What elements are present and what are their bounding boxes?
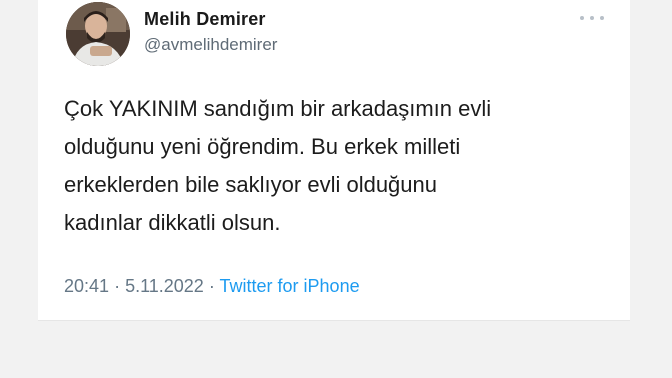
tweet-source-link[interactable]: Twitter for iPhone (220, 276, 360, 296)
meta-separator: · (114, 276, 121, 296)
author-name[interactable]: Melih Demirer (144, 9, 266, 30)
meta-separator: · (208, 276, 215, 296)
more-dot (580, 16, 584, 20)
tweet-time[interactable]: 20:41 (64, 276, 109, 296)
tweet-text-line: erkeklerden bile saklıyor evli olduğunu (64, 172, 437, 197)
more-dots-icon[interactable] (580, 10, 604, 26)
more-dot (590, 16, 594, 20)
tweet-text-line: olduğunu yeni öğrendim. Bu erkek milleti (64, 134, 461, 159)
tweet-text: Çok YAKINIM sandığım bir arkadaşımın evl… (64, 90, 612, 242)
tweet-text-line: Çok YAKINIM sandığım bir arkadaşımın evl… (64, 96, 492, 121)
avatar-photo (66, 2, 130, 66)
more-dot (600, 16, 604, 20)
tweet-card: Melih Demirer @avmelihdemirer Çok YAKINI… (38, 0, 630, 321)
avatar[interactable] (66, 2, 130, 66)
tweet-text-line: kadınlar dikkatli olsun. (64, 210, 281, 235)
author-handle[interactable]: @avmelihdemirer (144, 35, 277, 55)
tweet-meta: 20:41 · 5.11.2022 · Twitter for iPhone (64, 276, 360, 297)
tweet-date[interactable]: 5.11.2022 (125, 276, 204, 296)
